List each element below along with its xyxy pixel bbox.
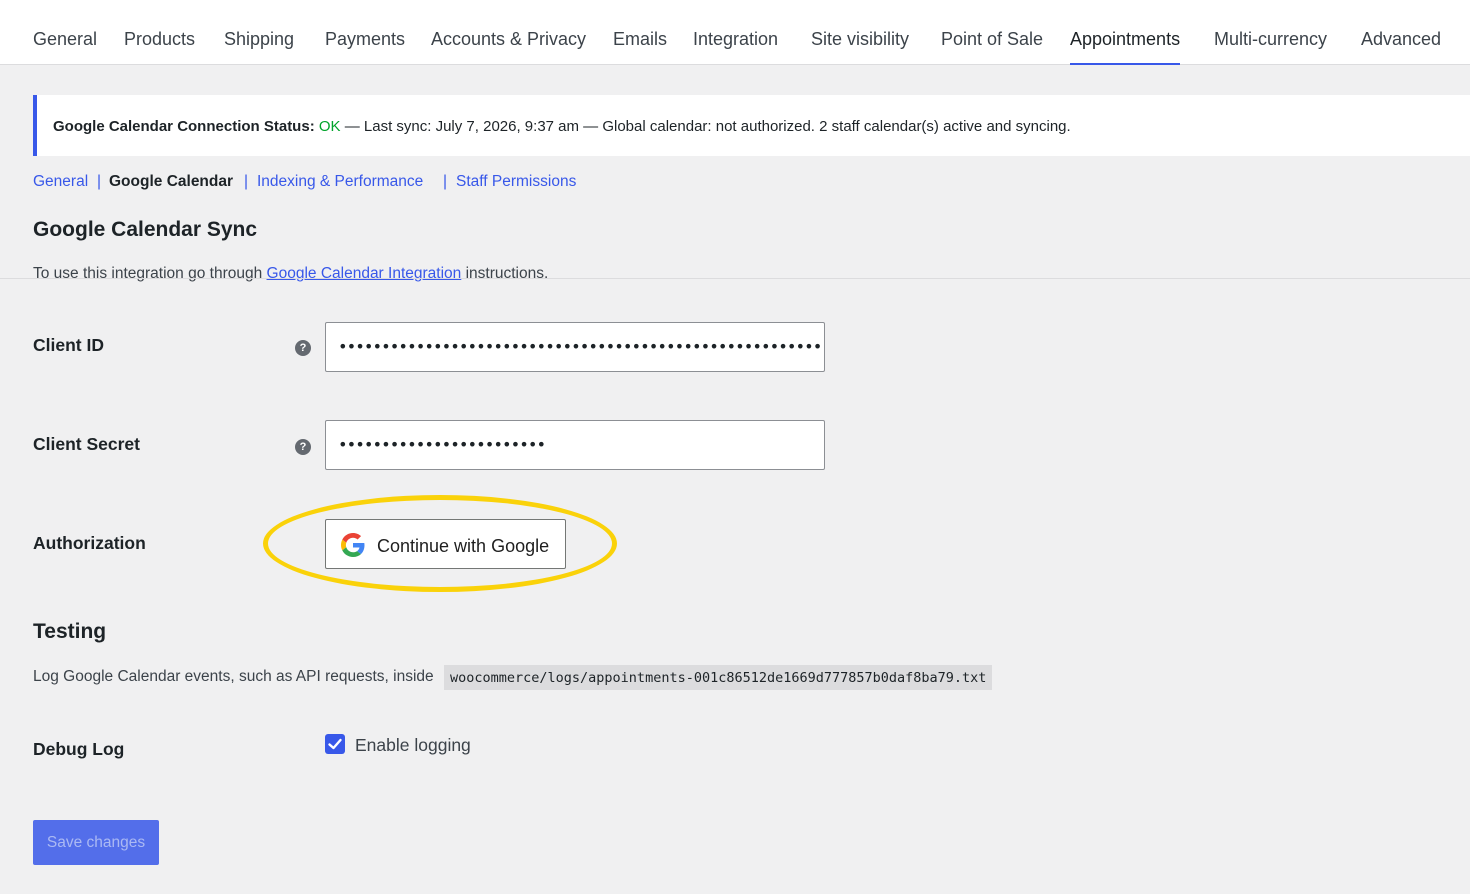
tab-payments[interactable]: Payments [325, 0, 405, 65]
section-title-sync: Google Calendar Sync [33, 218, 258, 241]
subnav-separator: | [443, 173, 448, 190]
tab-point-of-sale[interactable]: Point of Sale [941, 0, 1043, 65]
section-title-testing: Testing [33, 620, 107, 643]
tab-appointments[interactable]: Appointments [1070, 0, 1181, 65]
subnav-indexing-performance[interactable]: Indexing & Performance [257, 170, 423, 194]
client-secret-input[interactable]: •••••••••••••••••••••••• [325, 420, 825, 470]
continue-with-google-label: Continue with Google [377, 536, 550, 556]
client-secret-label: Client Secret [33, 434, 140, 454]
notice-prefix: Google Calendar Connection Status: [53, 118, 315, 135]
checkmark-icon [328, 738, 342, 750]
question-mark-icon[interactable]: ? [295, 340, 311, 356]
sync-desc-after: instructions. [465, 265, 549, 282]
authorization-label: Authorization [33, 533, 146, 553]
tab-site-visibility[interactable]: Site visibility [811, 0, 909, 65]
tab-products[interactable]: Products [124, 0, 195, 65]
sync-description: To use this integration go through Googl… [33, 265, 548, 283]
continue-with-google-button[interactable]: Continue with Google [325, 519, 566, 569]
status-ok: OK [318, 118, 341, 135]
debug-log-label: Debug Log [33, 739, 125, 759]
subnav-separator: | [97, 173, 102, 190]
notice-detail: — Last sync: July 7, 2026, 9:37 am — Glo… [344, 118, 1071, 135]
subnav-google-calendar: Google Calendar [109, 173, 234, 190]
testing-description: Log Google Calendar events, such as API … [33, 668, 434, 685]
tab-general[interactable]: General [33, 0, 97, 65]
tab-advanced[interactable]: Advanced [1361, 0, 1441, 65]
log-file-path: woocommerce/logs/appointments-001c86512d… [444, 665, 993, 690]
subnav-general[interactable]: General [33, 170, 88, 194]
settings-tabs: General Products Shipping Payments Accou… [0, 0, 1470, 65]
tab-integration[interactable]: Integration [693, 0, 778, 65]
sync-desc-before: To use this integration go through [33, 265, 263, 282]
connection-status-notice: Google Calendar Connection Status: OK — … [33, 95, 1470, 156]
save-changes-button[interactable]: Save changes [33, 820, 159, 865]
notice-text: Google Calendar Connection Status: OK — … [53, 95, 1071, 158]
client-id-input[interactable]: ••••••••••••••••••••••••••••••••••••••••… [325, 322, 825, 372]
question-mark-icon[interactable]: ? [295, 439, 311, 455]
tab-multi-currency[interactable]: Multi-currency [1214, 0, 1327, 65]
integration-instructions-link[interactable]: Google Calendar Integration [267, 265, 462, 282]
client-id-label: Client ID [33, 335, 104, 355]
subnav-separator: | [244, 173, 249, 190]
google-icon [341, 533, 365, 557]
enable-logging-checkbox[interactable] [325, 734, 345, 754]
tab-shipping[interactable]: Shipping [224, 0, 294, 65]
tab-accounts-privacy[interactable]: Accounts & Privacy [431, 0, 586, 65]
divider [0, 278, 1470, 279]
subnav-staff-permissions[interactable]: Staff Permissions [456, 170, 576, 194]
enable-logging-label[interactable]: Enable logging [355, 733, 471, 757]
tab-emails[interactable]: Emails [613, 0, 667, 65]
